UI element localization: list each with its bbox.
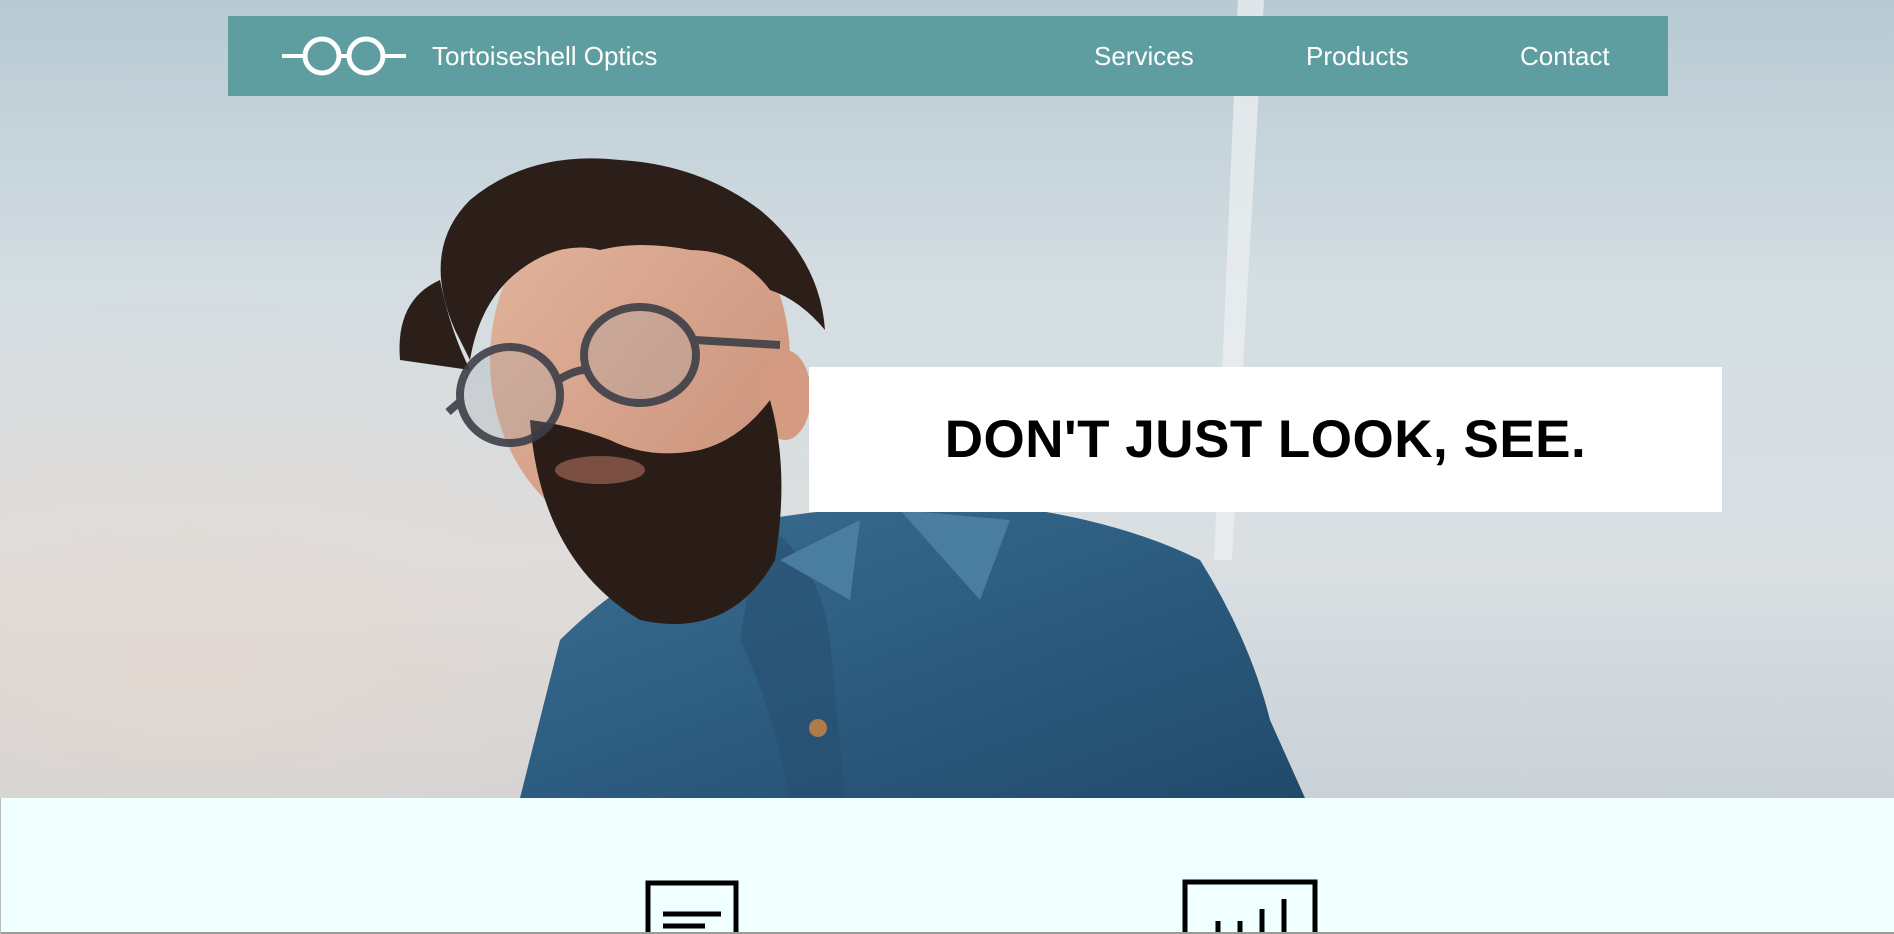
hero-section: Tortoiseshell Optics Services Products C… [0, 0, 1894, 798]
bar-chart-icon [1182, 879, 1318, 934]
document-icon [645, 880, 739, 934]
eyeglasses-icon[interactable] [282, 34, 406, 78]
brand-name[interactable]: Tortoiseshell Optics [432, 16, 657, 96]
services-section [0, 798, 1894, 934]
nav-link-contact[interactable]: Contact [1520, 16, 1610, 96]
page: Tortoiseshell Optics Services Products C… [0, 0, 1894, 934]
headline-box: DON'T JUST LOOK, SEE. [809, 367, 1722, 512]
nav-link-services[interactable]: Services [1094, 16, 1194, 96]
nav-link-products[interactable]: Products [1306, 16, 1409, 96]
hero-headline: DON'T JUST LOOK, SEE. [944, 410, 1587, 469]
navigation-bar: Tortoiseshell Optics Services Products C… [228, 16, 1668, 96]
